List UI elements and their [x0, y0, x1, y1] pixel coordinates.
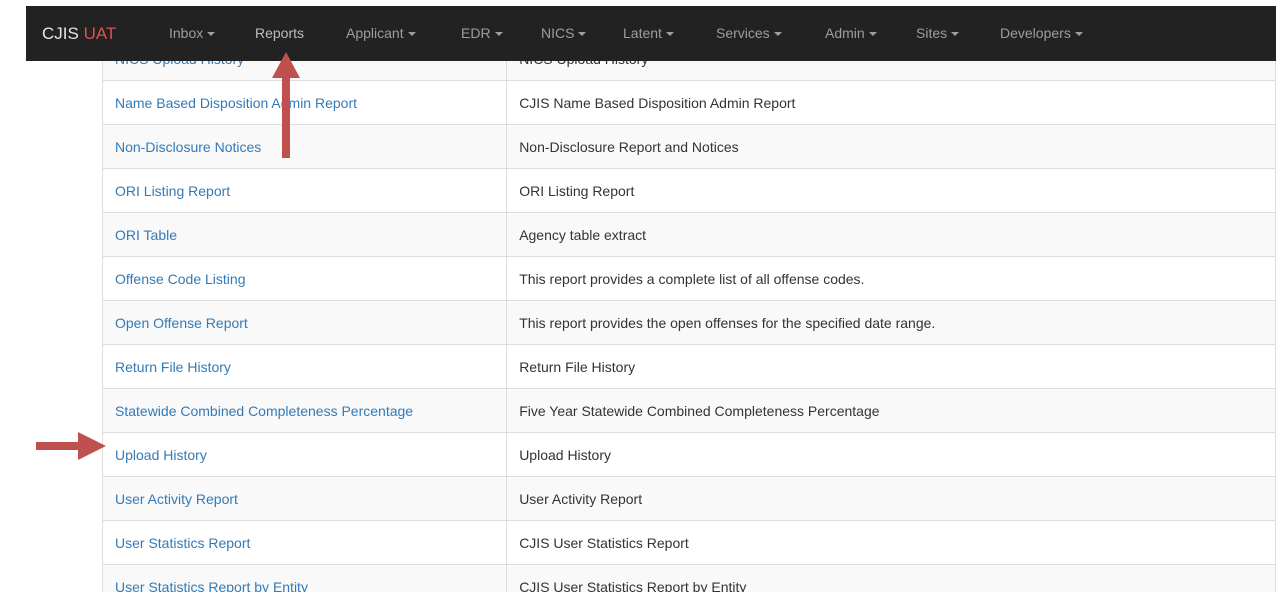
report-link-user-statistics-by-entity[interactable]: User Statistics Report by Entity: [115, 579, 308, 592]
report-link-user-activity-report[interactable]: User Activity Report: [115, 491, 238, 507]
nav-label: Applicant: [346, 25, 404, 41]
table-row: Return File History Return File History: [101, 344, 1276, 389]
nav-admin[interactable]: Admin: [825, 6, 877, 61]
report-name-cell: User Activity Report: [101, 476, 508, 521]
nav-applicant[interactable]: Applicant: [346, 6, 416, 61]
brand-logo[interactable]: CJIS UAT: [42, 6, 116, 61]
report-description: Upload History: [506, 432, 1276, 477]
nav-services[interactable]: Services: [716, 6, 782, 61]
report-description: CJIS User Statistics Report by Entity: [506, 564, 1276, 592]
nav-latent[interactable]: Latent: [623, 6, 674, 61]
nav-label: EDR: [461, 25, 491, 41]
nav-label: Sites: [916, 25, 948, 41]
report-description: ORI Listing Report: [506, 168, 1276, 213]
report-name-cell: User Statistics Report: [101, 520, 508, 565]
annotation-arrow-up-icon: [272, 52, 300, 158]
table-row: Offense Code Listing This report provide…: [101, 256, 1276, 301]
report-description: CJIS User Statistics Report: [506, 520, 1276, 565]
nav-edr[interactable]: EDR: [461, 6, 503, 61]
report-link-ori-listing-report[interactable]: ORI Listing Report: [115, 183, 230, 199]
report-description: This report provides a complete list of …: [506, 256, 1276, 301]
report-link-upload-history[interactable]: Upload History: [115, 447, 207, 463]
caret-down-icon: [773, 32, 782, 37]
nav-label: NICS: [541, 25, 575, 41]
table-row: Statewide Combined Completeness Percenta…: [101, 388, 1276, 433]
report-link-open-offense-report[interactable]: Open Offense Report: [115, 315, 248, 331]
report-description: Five Year Statewide Combined Completenes…: [506, 388, 1276, 433]
table-row: Open Offense Report This report provides…: [101, 300, 1276, 345]
report-name-cell: ORI Listing Report: [101, 168, 508, 213]
caret-down-icon: [494, 32, 503, 37]
brand-environment: UAT: [83, 24, 117, 43]
brand-main: CJIS: [42, 24, 79, 43]
report-link-ori-table[interactable]: ORI Table: [115, 227, 177, 243]
nav-label: Services: [716, 25, 770, 41]
table-row: User Statistics Report by Entity CJIS Us…: [101, 564, 1276, 592]
report-name-cell: Return File History: [101, 344, 508, 389]
report-description: Return File History: [506, 344, 1276, 389]
caret-down-icon: [1074, 32, 1083, 37]
caret-down-icon: [951, 32, 960, 37]
report-name-cell: Open Offense Report: [101, 300, 508, 345]
report-name-cell: User Statistics Report by Entity: [101, 564, 508, 592]
report-description: CJIS Name Based Disposition Admin Report: [506, 80, 1276, 125]
nav-inbox[interactable]: Inbox: [169, 6, 216, 61]
report-name-cell: Upload History: [101, 432, 508, 477]
caret-down-icon: [207, 32, 216, 37]
nav-label: Inbox: [169, 25, 204, 41]
report-description: User Activity Report: [506, 476, 1276, 521]
nav-nics[interactable]: NICS: [541, 6, 587, 61]
nav-label: Admin: [825, 25, 865, 41]
report-description: Non-Disclosure Report and Notices: [506, 124, 1276, 169]
report-name-cell: Name Based Disposition Admin Report: [101, 80, 508, 125]
report-link-offense-code-listing[interactable]: Offense Code Listing: [115, 271, 246, 287]
caret-down-icon: [665, 32, 674, 37]
caret-down-icon: [407, 32, 416, 37]
report-description: This report provides the open offenses f…: [506, 300, 1276, 345]
report-description: Agency table extract: [506, 212, 1276, 257]
table-row: ORI Table Agency table extract: [101, 212, 1276, 257]
caret-down-icon: [868, 32, 877, 37]
nav-label: Latent: [623, 25, 662, 41]
report-name-cell: ORI Table: [101, 212, 508, 257]
caret-down-icon: [578, 32, 587, 37]
nav-label: Reports: [255, 25, 305, 41]
nav-developers[interactable]: Developers: [1000, 6, 1083, 61]
nav-sites[interactable]: Sites: [916, 6, 960, 61]
table-row: User Activity Report User Activity Repor…: [101, 476, 1276, 521]
table-row: Upload History Upload History: [101, 432, 1276, 477]
top-navbar: CJIS UAT Inbox Reports Applicant EDR NIC…: [26, 6, 1276, 61]
report-link-user-statistics-report[interactable]: User Statistics Report: [115, 535, 250, 551]
nav-label: Developers: [1000, 25, 1071, 41]
table-row: ORI Listing Report ORI Listing Report: [101, 168, 1276, 213]
report-name-cell: Non-Disclosure Notices: [101, 124, 508, 169]
report-name-cell: Statewide Combined Completeness Percenta…: [101, 388, 508, 433]
report-name-cell: Offense Code Listing: [101, 256, 508, 301]
report-link-non-disclosure-notices[interactable]: Non-Disclosure Notices: [115, 139, 261, 155]
report-link-statewide-completeness[interactable]: Statewide Combined Completeness Percenta…: [115, 403, 413, 419]
table-row: User Statistics Report CJIS User Statist…: [101, 520, 1276, 565]
page: NICS Upload History NICS Upload History …: [0, 0, 1276, 592]
report-link-return-file-history[interactable]: Return File History: [115, 359, 231, 375]
annotation-arrow-right-icon: [36, 432, 106, 460]
report-link-name-based-disposition[interactable]: Name Based Disposition Admin Report: [115, 95, 357, 111]
